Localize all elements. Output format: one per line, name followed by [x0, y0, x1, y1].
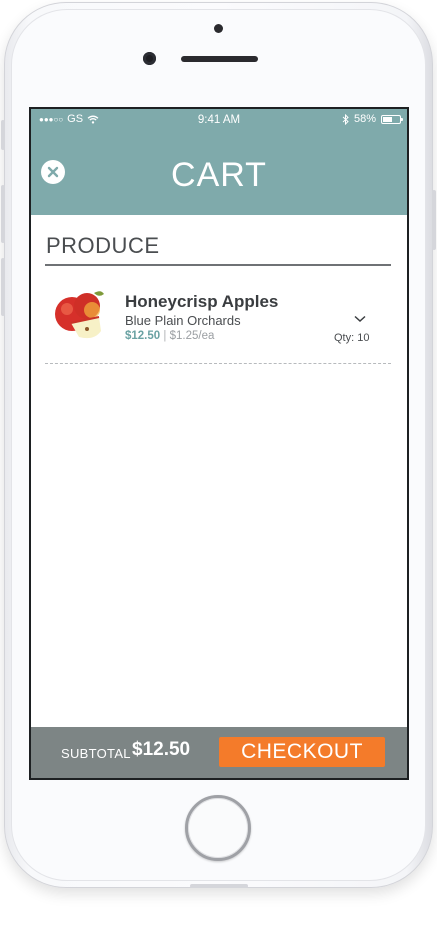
item-price: $12.50 — [125, 330, 161, 342]
bluetooth-icon — [342, 113, 349, 125]
section-title: PRODUCE — [46, 233, 160, 258]
front-camera — [143, 52, 156, 65]
cart-item[interactable]: Honeycrisp Apples Blue Plain Orchards $1… — [45, 279, 391, 353]
section-divider — [45, 264, 391, 266]
item-vendor: Blue Plain Orchards — [125, 313, 241, 328]
battery-percentage: 58% — [353, 113, 376, 125]
apple-image — [55, 291, 104, 339]
item-unit-price: $1.25/ea — [169, 330, 215, 342]
home-button[interactable] — [185, 795, 251, 861]
volume-down-button — [1, 258, 5, 316]
checkout-button[interactable]: CHECKOUT — [219, 737, 385, 767]
item-price-line: $12.50 | $1.25/ea — [125, 330, 214, 342]
volume-up-button — [1, 185, 5, 243]
app-display: ●●●○○ GS 9:41 AM 58% CART PRODUCE Honeyc… — [31, 109, 407, 778]
item-quantity[interactable]: Qty: 10 — [334, 332, 369, 344]
item-name: Honeycrisp Apples — [125, 292, 279, 311]
screen: ●●●○○ GS 9:41 AM 58% CART PRODUCE Honeyc… — [29, 107, 409, 780]
cart-footer: SUBTOTAL $12.50 CHECKOUT — [31, 727, 407, 778]
status-bar: ●●●○○ GS 9:41 AM 58% — [31, 109, 407, 131]
earpiece-speaker — [181, 56, 258, 62]
subtotal-label: SUBTOTAL — [61, 746, 131, 761]
power-button — [432, 190, 436, 250]
battery-icon — [381, 114, 403, 124]
phone-bottom-seam — [190, 884, 248, 888]
proximity-sensor — [214, 24, 223, 33]
price-separator: | — [163, 330, 167, 342]
chevron-down-icon[interactable] — [354, 315, 366, 323]
silent-switch — [1, 120, 5, 150]
subtotal-value: $12.50 — [132, 739, 191, 760]
status-right: 58% — [342, 113, 403, 125]
page-title: CART — [171, 156, 267, 194]
battery-fill — [383, 116, 392, 122]
item-divider — [45, 363, 391, 364]
cart-header: ●●●○○ GS 9:41 AM 58% CART — [31, 109, 407, 215]
